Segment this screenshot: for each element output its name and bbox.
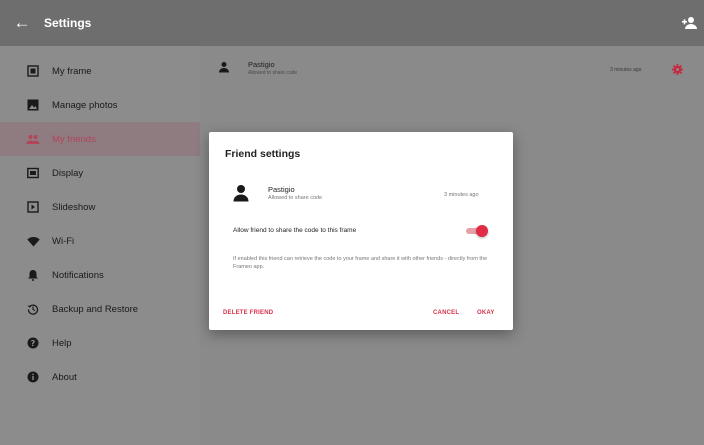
dialog-title: Friend settings [225,148,301,160]
sidebar-item-slideshow[interactable]: Slideshow [0,190,200,224]
cancel-button[interactable]: CANCEL [433,310,459,316]
friend-status: Allowed to share code [248,70,298,76]
help-icon: ? [26,336,40,350]
list-item[interactable]: Pastigio Allowed to share code 3 minutes… [200,52,704,86]
sidebar-item-label: My frame [52,65,92,77]
slideshow-icon [26,200,40,214]
okay-button[interactable]: OKAY [477,310,495,316]
sidebar-item-backup-restore[interactable]: Backup and Restore [0,292,200,326]
frame-icon [26,64,40,78]
sidebar-item-manage-photos[interactable]: Manage photos [0,88,200,122]
dialog-friend-time: 3 minutes ago [444,192,479,198]
restore-icon [26,302,40,316]
sidebar-item-label: Slideshow [52,201,96,213]
back-arrow-icon[interactable]: ← [0,13,44,33]
sidebar-item-label: Manage photos [52,99,118,111]
share-code-toggle[interactable] [464,225,488,237]
sidebar-item-label: Display [52,167,84,179]
toggle-knob [476,225,488,237]
sidebar-item-label: My friends [52,133,96,145]
share-toggle-label: Allow friend to share the code to this f… [233,227,357,234]
dialog-friend-name: Pastigio [268,185,295,194]
person-icon [219,62,229,73]
toggle-description: If enabled this friend can retrieve the … [233,256,488,270]
bell-icon [26,268,40,282]
dialog-friend-status: Allowed to share code [268,195,323,201]
sidebar-item-help[interactable]: ? Help [0,326,200,360]
photos-icon [26,98,40,112]
info-icon [26,370,40,384]
sidebar-item-my-frame[interactable]: My frame [0,54,200,88]
sidebar: My frame Manage photos My friends Displa… [0,46,214,445]
sidebar-item-label: Help [52,337,72,349]
friend-settings-dialog: Friend settings Pastigio Allowed to shar… [209,132,513,330]
sidebar-item-label: About [52,371,77,383]
add-friend-icon[interactable] [682,15,698,31]
wifi-icon [26,234,40,248]
display-icon [26,166,40,180]
sidebar-item-notifications[interactable]: Notifications [0,258,200,292]
sidebar-item-label: Notifications [52,269,104,281]
sidebar-item-label: Wi-Fi [52,235,75,247]
friend-name: Pastigio [248,60,275,69]
friend-time: 3 minutes ago [610,67,642,73]
person-icon [233,185,249,202]
sidebar-item-display[interactable]: Display [0,156,200,190]
sidebar-item-label: Backup and Restore [52,303,139,315]
friends-icon [26,132,40,146]
page-title: Settings [44,16,92,30]
delete-friend-button[interactable]: DELETE FRIEND [223,310,273,316]
sidebar-item-wifi[interactable]: Wi-Fi [0,224,200,258]
app-bar: ← Settings [0,0,704,46]
svg-text:?: ? [31,339,36,348]
sidebar-item-my-friends[interactable]: My friends [0,122,214,156]
gear-icon[interactable] [672,64,683,75]
sidebar-item-about[interactable]: About [0,360,200,394]
